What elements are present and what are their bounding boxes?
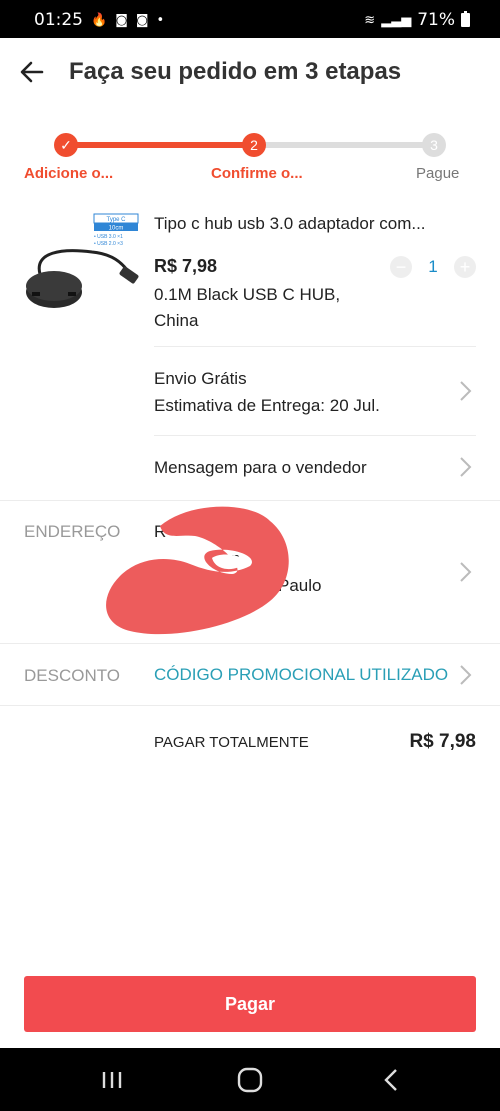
variant-line-1: 0.1M Black USB C HUB, <box>154 285 341 304</box>
product-image-spec1: • USB 3.0 ×1 <box>94 234 123 240</box>
discount-label: DESCONTO <box>24 666 121 685</box>
step-2-number: 2 <box>242 133 266 157</box>
total-value: R$ 7,98 <box>409 731 476 752</box>
step-3-number: 3 <box>422 133 446 157</box>
step-track-pending <box>254 142 434 148</box>
product-price: R$ 7,98 <box>154 256 218 276</box>
shipping-info[interactable]: Envio Grátis Estimativa de Entrega: 20 J… <box>154 365 380 419</box>
signal-icon: ▂▃▅ <box>381 12 412 28</box>
variant-line-2: China <box>154 311 199 330</box>
status-time: 01:25 <box>34 10 83 30</box>
quantity-stepper: − 1 + <box>390 256 476 278</box>
redaction-scribble <box>106 506 289 635</box>
delivery-estimate: Estimativa de Entrega: 20 Jul. <box>154 396 380 415</box>
divider <box>0 643 500 644</box>
more-dot-icon: • <box>156 12 165 28</box>
pay-button[interactable]: Pagar <box>24 976 476 1032</box>
divider <box>154 346 476 347</box>
notification-icon: 🔥 <box>91 12 108 28</box>
app-header: Faça seu pedido em 3 etapas <box>0 38 500 106</box>
instagram-icon: ◙ <box>115 12 128 28</box>
back-arrow-icon[interactable] <box>18 58 46 86</box>
product-image-label: Type C <box>106 217 126 223</box>
checkout-stepper: ✓ 2 3 Adicione o... Confirme o... Pague <box>0 130 500 190</box>
decrease-quantity-button[interactable]: − <box>390 256 412 278</box>
step-2-label: Confirme o... <box>211 165 303 182</box>
instagram-icon: ◙ <box>135 12 149 28</box>
seller-message-row[interactable]: Mensagem para o vendedor <box>154 454 367 481</box>
product-title[interactable]: Tipo c hub usb 3.0 adaptador com... <box>154 214 426 234</box>
page-title: Faça seu pedido em 3 etapas <box>69 58 402 85</box>
quantity-value[interactable]: 1 <box>422 257 444 277</box>
shipping-method: Envio Grátis <box>154 369 247 388</box>
product-image[interactable]: Type C 10cm • USB 3.0 ×1 • USB 2.0 ×3 <box>22 212 144 322</box>
chevron-right-icon[interactable] <box>458 664 472 686</box>
divider <box>154 435 476 436</box>
recent-apps-icon[interactable] <box>96 1064 128 1096</box>
home-icon[interactable] <box>234 1064 266 1096</box>
step-track-done <box>66 142 254 148</box>
increase-quantity-button[interactable]: + <box>454 256 476 278</box>
wifi-icon: ≋ <box>364 12 376 28</box>
status-bar: 01:25 🔥 ◙ ◙ • ≋ ▂▃▅ 71% <box>0 0 500 38</box>
system-nav-bar <box>0 1048 500 1111</box>
chevron-right-icon[interactable] <box>458 561 472 583</box>
total-label: PAGAR TOTALMENTE <box>154 734 309 751</box>
product-image-length: 10cm <box>109 226 124 232</box>
chevron-right-icon[interactable] <box>458 380 472 402</box>
step-1-check-icon: ✓ <box>54 133 78 157</box>
chevron-right-icon[interactable] <box>458 456 472 478</box>
divider <box>0 705 500 706</box>
step-3-label: Pague <box>416 165 460 182</box>
battery-percent: 71% <box>417 10 455 30</box>
product-variant: 0.1M Black USB C HUB, China <box>154 282 340 334</box>
product-image-spec2: • USB 2.0 ×3 <box>94 241 123 247</box>
battery-icon <box>461 11 470 27</box>
back-nav-icon[interactable] <box>376 1064 408 1096</box>
step-1-label: Adicione o... <box>24 165 114 182</box>
promo-code-status[interactable]: CÓDIGO PROMOCIONAL UTILIZADO <box>154 665 448 685</box>
